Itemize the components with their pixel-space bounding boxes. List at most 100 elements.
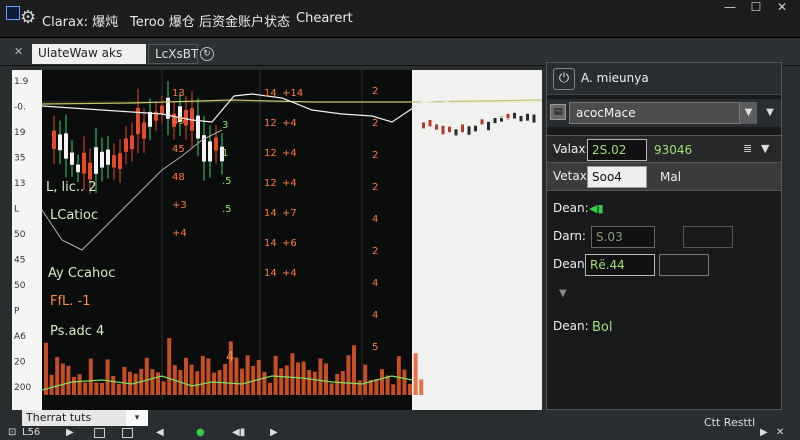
- panel-title: A. mieunya: [581, 71, 649, 85]
- gear-icon[interactable]: ⚙: [20, 9, 38, 27]
- candlestick-chart[interactable]: 1.9-0.193513L504550PA62020013454548+3+41…: [12, 70, 542, 410]
- volume-bar-9: [94, 382, 99, 395]
- vetax-field[interactable]: Soo4: [587, 166, 647, 188]
- minimize-button[interactable]: —: [718, 0, 742, 14]
- menu-icon[interactable]: ≣: [743, 142, 752, 155]
- valax-field-2[interactable]: 93046: [649, 139, 709, 161]
- volume-bar-52: [335, 373, 340, 395]
- right-label-8: 5: [372, 342, 378, 353]
- next-icon[interactable]: ▶: [760, 427, 768, 438]
- axis-label-5: L: [14, 205, 19, 215]
- light-candle-4: [448, 126, 451, 133]
- save-icon[interactable]: ▤: [550, 104, 566, 120]
- volume-bar-18: [144, 357, 149, 395]
- volume-bar-63: [396, 356, 401, 395]
- orange-label-b-0: 14: [264, 88, 277, 99]
- candle-body-18: [160, 105, 164, 114]
- right-label-1: 2: [372, 118, 378, 129]
- dean-label-4: Dean:: [553, 319, 589, 333]
- volume-bar-10: [100, 382, 104, 395]
- close-icon[interactable]: ✕: [776, 427, 784, 438]
- dean-label-3: Dean:: [553, 257, 589, 271]
- tab-lcxsbt[interactable]: LcXsBT: [148, 44, 198, 64]
- candle-body-11: [118, 153, 122, 170]
- volume-bar-28: [200, 355, 205, 395]
- speaker-icon[interactable]: ◀▮: [232, 427, 245, 438]
- orange-label-b-1: +14: [282, 88, 303, 99]
- volume-bar-38: [256, 360, 261, 395]
- dean-field-3b[interactable]: [659, 254, 709, 276]
- orange-label-b-7: +4: [282, 178, 297, 189]
- play-icon[interactable]: ▶: [66, 427, 74, 438]
- chart-area[interactable]: 1.9 -0. 19 35 13 L 50 45 50 P A6 20 200 13 45 45 48 +3 +4 1…: [12, 70, 542, 410]
- collapse-caret-icon[interactable]: ▼: [559, 288, 567, 299]
- volume-bar-27: [195, 371, 200, 395]
- volume-bar-40: [268, 382, 272, 395]
- mode-select[interactable]: acocMace: [569, 102, 757, 124]
- volume-bar-35: [240, 368, 244, 395]
- valax-field[interactable]: 2S.02: [587, 139, 647, 161]
- dean-field-3[interactable]: Rё.44: [585, 254, 655, 276]
- record-icon[interactable]: ●: [196, 427, 205, 438]
- orange-label-b-9: +7: [282, 208, 297, 219]
- darn-field-2[interactable]: [683, 226, 733, 248]
- volume-bar-41: [273, 355, 278, 395]
- light-candle-11: [493, 117, 497, 124]
- maximize-button[interactable]: ☐: [744, 0, 768, 14]
- light-candle-1: [428, 120, 432, 127]
- overlay-label-catio: LCatioc: [50, 208, 99, 223]
- candle-body-9: [106, 149, 110, 165]
- close-icon[interactable]: ✕: [14, 45, 23, 58]
- light-candle-16: [526, 113, 529, 121]
- app-logo-icon: [6, 6, 20, 20]
- dean-label-1: Dean:: [553, 201, 589, 215]
- volume-bar-67: [419, 379, 424, 395]
- frame-icon[interactable]: [94, 428, 105, 438]
- valax-row: Valax: 2S.02 93046 ≣ ▼: [547, 135, 781, 163]
- light-candle-0: [422, 122, 425, 129]
- volume-bar-1: [49, 374, 54, 395]
- volume-bar-7: [83, 382, 88, 395]
- overlay-label-four: 4: [226, 350, 235, 365]
- volume-bar-39: [262, 371, 267, 395]
- orange-label-b-5: +4: [282, 148, 297, 159]
- overlay-label-l: L, lic.. 2: [46, 180, 97, 195]
- volume-bar-11: [105, 359, 110, 395]
- volume-bar-26: [189, 364, 194, 395]
- light-candle-17: [532, 114, 536, 123]
- right-label-4: 4: [372, 214, 378, 225]
- volume-bar-21: [161, 381, 166, 395]
- back-icon[interactable]: ◀: [156, 427, 164, 438]
- volume-bar-32: [223, 363, 228, 395]
- volume-bar-6: [77, 374, 82, 395]
- dean-field-4[interactable]: Bol: [587, 316, 647, 338]
- volume-bar-4: [66, 365, 71, 395]
- window-icon[interactable]: [122, 428, 133, 438]
- chevron-down-icon[interactable]: ▼: [761, 142, 769, 155]
- status-left: L56: [22, 427, 41, 438]
- tab-ulatewaw[interactable]: UlateWaw aks: [32, 44, 146, 64]
- axis-label-4: 13: [14, 179, 25, 189]
- status-left-icon: ⊡: [8, 427, 17, 438]
- right-label-6: 4: [372, 278, 378, 289]
- volume-bar-29: [206, 358, 211, 395]
- close-button[interactable]: ✕: [770, 0, 794, 14]
- darn-field[interactable]: S.03: [591, 226, 655, 248]
- refresh-icon[interactable]: ↻: [200, 47, 214, 61]
- panel-menu-chevron-icon[interactable]: ▼: [761, 104, 779, 122]
- volume-bar-36: [245, 355, 250, 395]
- volume-bar-0: [44, 342, 48, 395]
- speaker-icon[interactable]: ◀▮: [589, 202, 604, 215]
- volume-bar-60: [380, 369, 384, 395]
- axis-label-6: 50: [14, 230, 26, 240]
- orange-label-a-4: +3: [172, 200, 187, 211]
- bottom-tab-chevron-icon[interactable]: ▾: [126, 410, 148, 426]
- volume-bar-64: [402, 369, 407, 395]
- volume-bar-49: [318, 358, 323, 395]
- chevron-down-icon[interactable]: ▼: [739, 102, 757, 124]
- green-label-3: .5: [222, 204, 232, 215]
- forward-icon[interactable]: ▶: [270, 427, 278, 438]
- volume-bars: [44, 338, 424, 395]
- power-icon[interactable]: ⏻: [553, 68, 575, 90]
- volume-bar-57: [363, 364, 368, 395]
